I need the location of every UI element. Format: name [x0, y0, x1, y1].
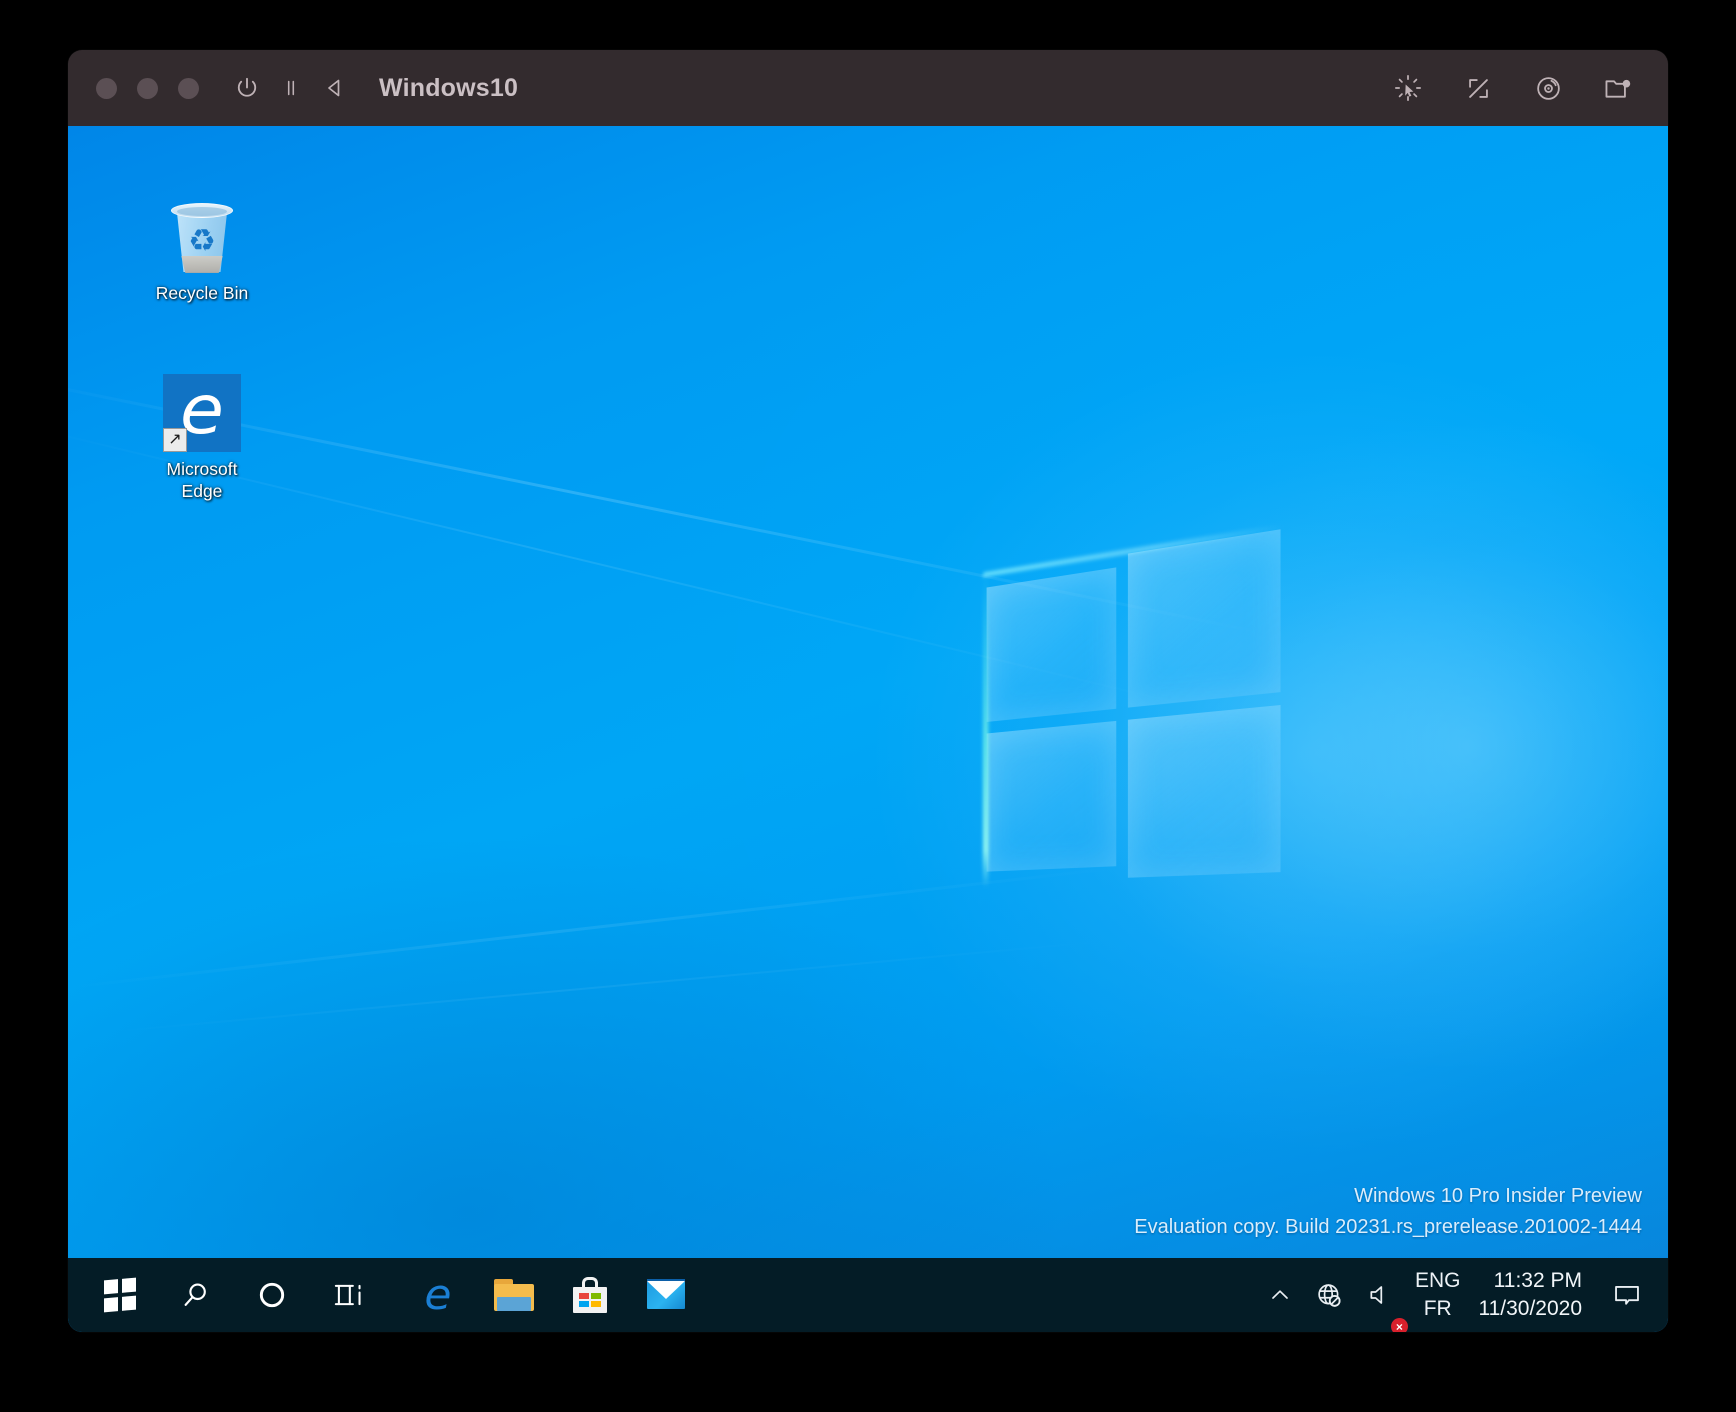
logo-edge-glow: [983, 573, 989, 888]
store-bag-icon: [573, 1277, 607, 1313]
windows-logo-icon: [104, 1277, 136, 1313]
action-center-button[interactable]: [1600, 1258, 1654, 1332]
task-view-button[interactable]: [310, 1258, 386, 1332]
logo-pane: [986, 720, 1117, 872]
vm-titlebar: Windows10: [68, 50, 1668, 126]
vm-title: Windows10: [379, 73, 519, 102]
language-secondary: FR: [1423, 1297, 1452, 1320]
taskbar-edge-button[interactable]: e: [400, 1258, 476, 1332]
taskbar-mail-button[interactable]: [628, 1258, 704, 1332]
shared-folder-icon[interactable]: [1596, 66, 1640, 110]
wallpaper-shadow: [68, 832, 1068, 1332]
guest-screen: ♻ Recycle Bin e ↗ Microsoft Edge Windows…: [68, 126, 1668, 1332]
pointer-click-icon[interactable]: [1386, 66, 1430, 110]
wallpaper-light-ray: [68, 866, 1122, 989]
desktop-icon-label: Recycle Bin: [155, 283, 249, 303]
desktop-icon-label: Microsoft Edge: [166, 459, 238, 501]
evaluation-watermark: Windows 10 Pro Insider Preview Evaluatio…: [1134, 1181, 1642, 1244]
pause-icon[interactable]: [269, 66, 313, 110]
store-tile: [591, 1293, 601, 1299]
store-tile: [579, 1293, 589, 1299]
recycle-symbol-icon: ♻: [188, 223, 216, 258]
clock-time: 11:32 PM: [1493, 1269, 1582, 1293]
watermark-line-1: Windows 10 Pro Insider Preview: [1354, 1184, 1642, 1207]
taskbar-file-explorer-button[interactable]: [476, 1258, 552, 1332]
logo-pane: [1127, 704, 1281, 878]
back-icon[interactable]: [313, 66, 357, 110]
titlebar-right-icons: [1386, 66, 1646, 110]
mute-badge: ×: [1390, 1318, 1408, 1332]
volume-muted-icon[interactable]: ×: [1355, 1258, 1408, 1332]
taskbar-microsoft-store-button[interactable]: [552, 1258, 628, 1332]
recycle-bin-icon: ♻: [165, 196, 239, 276]
show-hidden-icons-chevron[interactable]: [1256, 1258, 1304, 1332]
logo-pane: [986, 567, 1117, 723]
watermark-line-2: Evaluation copy. Build 20231.rs_prerelea…: [1134, 1216, 1642, 1239]
edge-icon: e ↗: [163, 374, 241, 452]
close-button[interactable]: [96, 77, 117, 99]
system-tray: × ENG FR 11:32 PM 11/30/2020: [1256, 1258, 1662, 1332]
taskbar-apps: e: [400, 1258, 704, 1332]
minimize-button[interactable]: [137, 77, 158, 99]
search-button[interactable]: [158, 1258, 234, 1332]
power-icon[interactable]: [225, 66, 269, 110]
taskbar: e × ENG FR 11:32 PM 11/30/2020: [68, 1258, 1668, 1332]
language-indicator[interactable]: ENG FR: [1405, 1267, 1475, 1322]
windows-hero-logo: [983, 524, 1284, 888]
fullscreen-expand-icon[interactable]: [1456, 66, 1500, 110]
desktop-wallpaper[interactable]: [68, 126, 1668, 1332]
cortana-button[interactable]: [234, 1258, 310, 1332]
maximize-button[interactable]: [178, 77, 199, 99]
clock-date: 11/30/2020: [1478, 1297, 1582, 1320]
mail-envelope-icon: [647, 1279, 685, 1309]
wallpaper-light-ray: [107, 940, 1104, 1033]
desktop-icon-recycle-bin[interactable]: ♻ Recycle Bin: [146, 196, 258, 305]
edge-icon: e: [424, 1270, 452, 1319]
optical-disc-icon[interactable]: [1526, 66, 1570, 110]
window-controls: [96, 77, 199, 99]
vm-window: Windows10 ♻ Recycle Bin e ↗ Microsoft Ed…: [68, 50, 1668, 1332]
clock-button[interactable]: 11:32 PM 11/30/2020: [1474, 1267, 1600, 1322]
folder-icon: [494, 1279, 534, 1311]
shortcut-arrow-icon: ↗: [163, 428, 187, 452]
store-tile: [579, 1301, 589, 1307]
start-button[interactable]: [82, 1258, 158, 1332]
language-primary: ENG: [1414, 1269, 1461, 1293]
bin-rim-inner: [177, 207, 227, 216]
desktop-icon-microsoft-edge[interactable]: e ↗ Microsoft Edge: [146, 374, 258, 503]
store-tile: [591, 1301, 601, 1307]
network-disconnected-icon[interactable]: [1304, 1258, 1355, 1332]
logo-pane: [1127, 529, 1281, 708]
bin-base: [181, 256, 223, 273]
